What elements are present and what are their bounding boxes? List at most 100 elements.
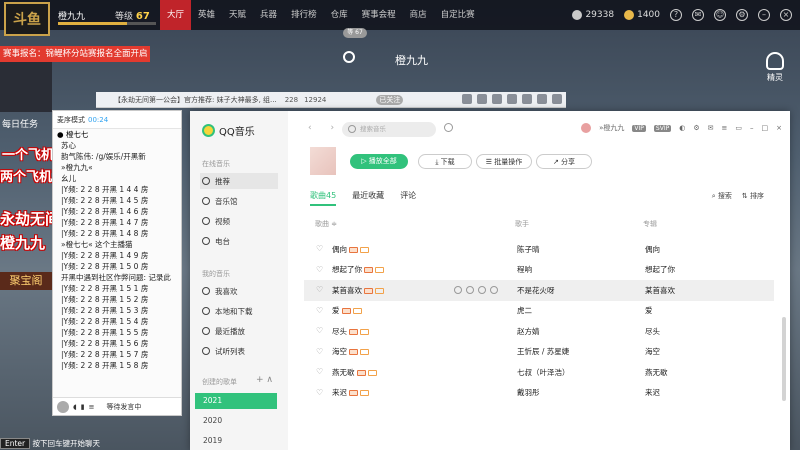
nav-item-3[interactable]: 兵器 (253, 0, 284, 30)
song-row[interactable]: ♡ 爱 虎二 爱 (304, 301, 774, 322)
sidebar-item-online-3[interactable]: 电台 (200, 233, 278, 249)
song-title[interactable]: 来迟 (332, 387, 369, 398)
nav-item-4[interactable]: 排行榜 (284, 0, 324, 30)
mail-icon[interactable]: ✉ (692, 9, 704, 21)
nav-item-2[interactable]: 天赋 (222, 0, 253, 30)
song-singer[interactable]: 七叔（叶泽浩） (517, 367, 570, 378)
skin-icon[interactable]: ◐ (679, 124, 685, 132)
mv-icon[interactable] (375, 287, 384, 294)
playlist-year-0[interactable]: 2021 (195, 393, 277, 409)
tab-2[interactable]: 评论 (400, 190, 416, 206)
voice-search-icon[interactable] (444, 123, 453, 132)
song-title[interactable]: 某首喜欢 (332, 285, 384, 296)
grid-icon[interactable] (507, 94, 517, 104)
song-album[interactable]: 尽头 (645, 326, 660, 337)
song-row[interactable]: ♡ 来迟 戴羽彤 来迟 (304, 383, 774, 404)
nav-item-5[interactable]: 仓库 (324, 0, 355, 30)
nav-item-8[interactable]: 自定比赛 (434, 0, 482, 30)
home-icon[interactable] (462, 94, 472, 104)
settings-icon[interactable]: ⚙ (693, 124, 699, 132)
song-singer[interactable]: 虎二 (517, 305, 532, 316)
game-icon[interactable] (492, 94, 502, 104)
song-title[interactable]: 燕无歇 (332, 367, 377, 378)
yy-mode[interactable]: 麦序模式 (57, 115, 85, 125)
maximize-icon[interactable]: □ (762, 124, 769, 132)
user-name[interactable]: »橙九九 (599, 123, 624, 133)
yy-host[interactable]: ● 橙七七 (53, 129, 181, 140)
play-icon[interactable] (454, 286, 462, 295)
song-singer[interactable]: 王忻辰 / 苏星婕 (517, 346, 569, 357)
yy-row[interactable]: |Y频: 2 2 8 开黑 1 4 8 房 (53, 228, 181, 239)
menu-icon[interactable]: ≡ (722, 124, 728, 132)
yy-row[interactable]: |Y频: 2 2 8 开黑 1 4 7 房 (53, 217, 181, 228)
yy-row[interactable]: 开黑中遇到社区作弊问题: 记录此 (53, 272, 181, 283)
help-icon[interactable]: ? (670, 9, 682, 21)
heart-icon[interactable]: ♡ (316, 286, 324, 294)
chat-icon[interactable] (477, 94, 487, 104)
yy-row[interactable]: |Y频: 2 2 8 开黑 1 5 3 房 (53, 305, 181, 316)
mv-icon[interactable] (360, 349, 369, 356)
avatar[interactable] (57, 400, 69, 413)
maximize-icon[interactable] (537, 94, 547, 104)
song-album[interactable]: 来迟 (645, 387, 660, 398)
song-album[interactable]: 某首喜欢 (645, 285, 675, 296)
sidebar-item-online-0[interactable]: 推荐 (200, 173, 278, 189)
song-title[interactable]: 爱 (332, 305, 362, 316)
song-row[interactable]: ♡ 某首喜欢 不是花火呀 某首喜欢 (304, 280, 774, 301)
event-banner[interactable]: 赛事报名：锦鲤杯分站赛报名全面开启 (0, 46, 150, 62)
mv-icon[interactable] (375, 267, 384, 274)
heart-icon[interactable]: ♡ (316, 347, 324, 356)
song-album[interactable]: 海空 (645, 346, 660, 357)
minimize-icon[interactable]: – (758, 9, 770, 21)
batch-button[interactable]: ☰ 批量操作 (476, 154, 532, 169)
scrollbar[interactable] (782, 317, 786, 401)
download-button[interactable]: ⤓ 下载 (418, 154, 472, 169)
song-singer[interactable]: 陈子晴 (517, 244, 540, 255)
yy-row[interactable]: »橙九九« (53, 162, 181, 173)
mail-icon[interactable]: ✉ (708, 124, 714, 132)
nav-item-7[interactable]: 商店 (403, 0, 434, 30)
heart-icon[interactable]: ♡ (316, 327, 324, 335)
nav-item-1[interactable]: 英雄 (191, 0, 222, 30)
yy-row[interactable]: |Y频: 2 2 8 开黑 1 5 6 房 (53, 338, 181, 349)
song-row[interactable]: ♡ 尽头 赵方婧 尽头 (304, 321, 774, 342)
add-playlist-icon[interactable]: + ∧ (256, 375, 273, 385)
yy-row[interactable]: »橙七七« 这个主播猫 (53, 239, 181, 250)
yy-row[interactable]: |Y频: 2 2 8 开黑 1 4 6 房 (53, 206, 181, 217)
song-album[interactable]: 想起了你 (645, 264, 675, 275)
sidebar-item-online-2[interactable]: 视频 (200, 213, 278, 229)
yy-row[interactable]: |Y频: 2 2 8 开黑 1 5 2 房 (53, 294, 181, 305)
more-icon[interactable] (490, 286, 498, 295)
yy-row[interactable]: |Y频: 2 2 8 开黑 1 5 0 房 (53, 261, 181, 272)
song-singer[interactable]: 程响 (517, 264, 532, 275)
song-singer[interactable]: 赵方婧 (517, 326, 540, 337)
song-row[interactable]: ♡ 想起了你 程响 想起了你 (304, 260, 774, 281)
song-album[interactable]: 爱 (645, 305, 653, 316)
yy-row[interactable]: |Y频: 2 2 8 开黑 1 4 4 房 (53, 184, 181, 195)
play-all-button[interactable]: ▷ 播放全部 (350, 154, 408, 169)
yy-row[interactable]: 幺儿 (53, 173, 181, 184)
mv-icon[interactable] (352, 308, 362, 315)
equalizer-icon[interactable]: ≡ (89, 403, 95, 411)
speaker-icon[interactable]: ◖ (73, 403, 77, 411)
song-album[interactable]: 燕无歇 (645, 367, 668, 378)
follow-badge[interactable]: 已关注 (376, 94, 404, 105)
yy-row[interactable]: |Y频: 2 2 8 开黑 1 4 5 房 (53, 195, 181, 206)
download-icon[interactable] (478, 286, 486, 295)
search-input[interactable]: 搜索音乐 (342, 122, 436, 137)
song-row[interactable]: ♡ 海空 王忻辰 / 苏星婕 海空 (304, 342, 774, 363)
add-icon[interactable] (466, 286, 474, 295)
song-title[interactable]: 偶向 (332, 244, 369, 255)
close-icon[interactable]: × (780, 9, 792, 21)
heart-icon[interactable]: ♡ (316, 265, 324, 274)
song-row[interactable]: ♡ 偶向 陈子晴 偶向 (304, 239, 774, 260)
tab-0[interactable]: 歌曲45 (310, 190, 337, 206)
col-song[interactable]: 歌曲 ≑ (315, 219, 337, 229)
nav-item-0[interactable]: 大厅 (160, 0, 192, 30)
yy-row[interactable]: |Y频: 2 2 8 开黑 1 5 8 房 (53, 360, 181, 371)
list-search[interactable]: ⌕ 搜索 (712, 191, 732, 201)
yy-row[interactable]: |Y频: 2 2 8 开黑 1 5 4 房 (53, 316, 181, 327)
nav-item-6[interactable]: 赛事会程 (355, 0, 403, 30)
heart-icon[interactable]: ♡ (316, 388, 324, 397)
heart-icon[interactable]: ♡ (316, 245, 324, 253)
